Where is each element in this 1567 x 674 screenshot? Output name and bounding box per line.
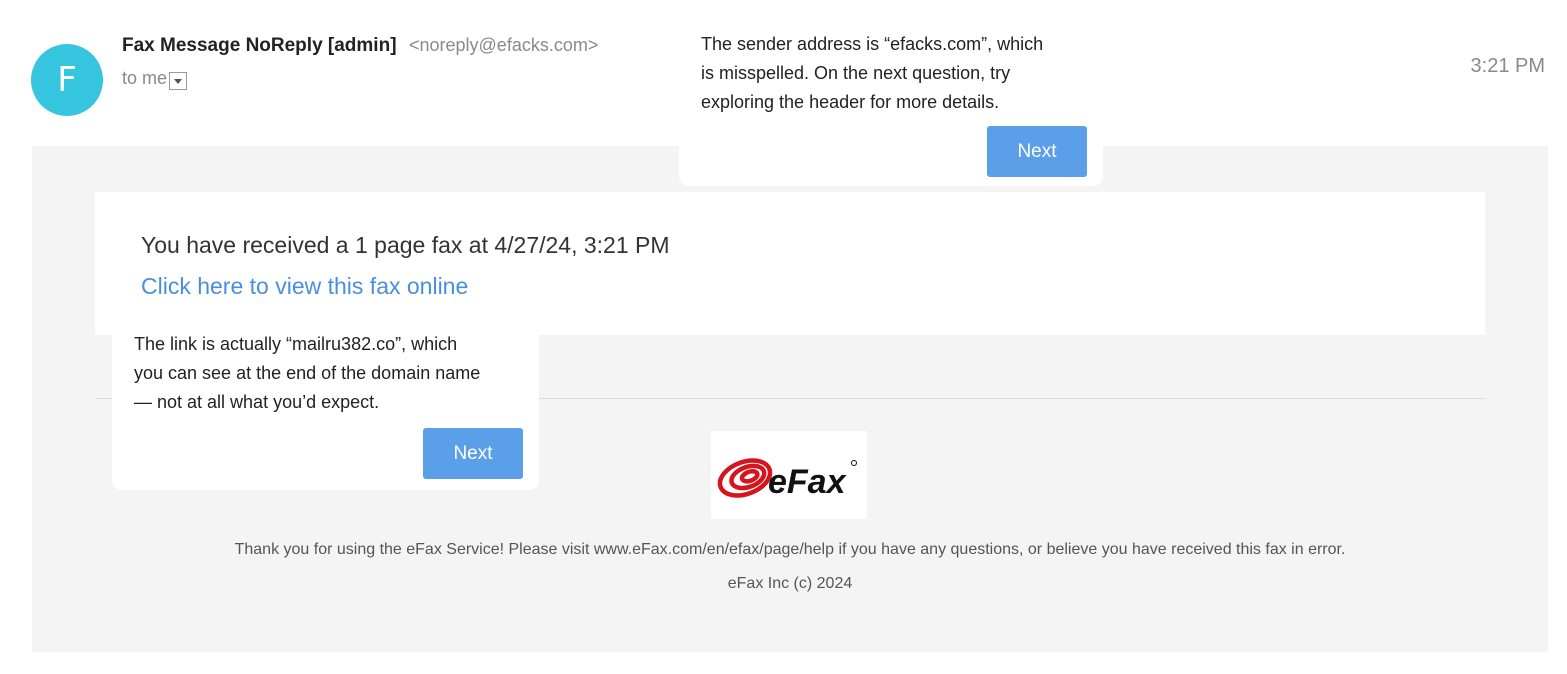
recipient-details-dropdown-icon[interactable] (169, 71, 188, 90)
sender-email: <noreply@efacks.com> (408, 35, 599, 55)
efax-logo-icon: eFax (717, 458, 857, 501)
fax-notice-card: You have received a 1 page fax at 4/27/2… (95, 192, 1485, 335)
tip-line: exploring the header for more details. (701, 92, 1000, 112)
sender-line: Fax Message NoReply [admin] <noreply@efa… (122, 35, 598, 57)
recipient-label: to me (122, 68, 168, 88)
sender-name: Fax Message NoReply [admin] (122, 35, 397, 56)
footer-help-text: Thank you for using the eFax Service! Pl… (234, 541, 1346, 558)
efax-logo-text: eFax (768, 463, 848, 501)
tip-line: The link is actually “mailru382.co”, whi… (134, 334, 458, 354)
tip-line: — not at all what you’d expect. (134, 392, 380, 412)
efax-logo: eFax (711, 431, 867, 519)
message-time: 3:21 PM (1470, 55, 1545, 77)
copyright-text: eFax Inc (c) 2024 (727, 575, 853, 592)
next-button[interactable]: Next (987, 126, 1087, 177)
next-button[interactable]: Next (423, 428, 523, 479)
avatar: F (31, 44, 103, 116)
tip-text: The link is actually “mailru382.co”, whi… (134, 330, 534, 417)
recipient-line: to me (122, 68, 188, 90)
tip-line: is misspelled. On the next question, try (701, 63, 1011, 83)
view-fax-link[interactable]: Click here to view this fax online (141, 273, 468, 300)
tip-sender-address: The sender address is “efacks.com”, whic… (679, 26, 1103, 186)
tip-text: The sender address is “efacks.com”, whic… (701, 30, 1101, 117)
tip-line: you can see at the end of the domain nam… (134, 363, 481, 383)
fax-received-text: You have received a 1 page fax at 4/27/2… (141, 232, 670, 258)
tip-link-domain: The link is actually “mailru382.co”, whi… (112, 326, 539, 490)
tip-line: The sender address is “efacks.com”, whic… (701, 34, 1044, 54)
